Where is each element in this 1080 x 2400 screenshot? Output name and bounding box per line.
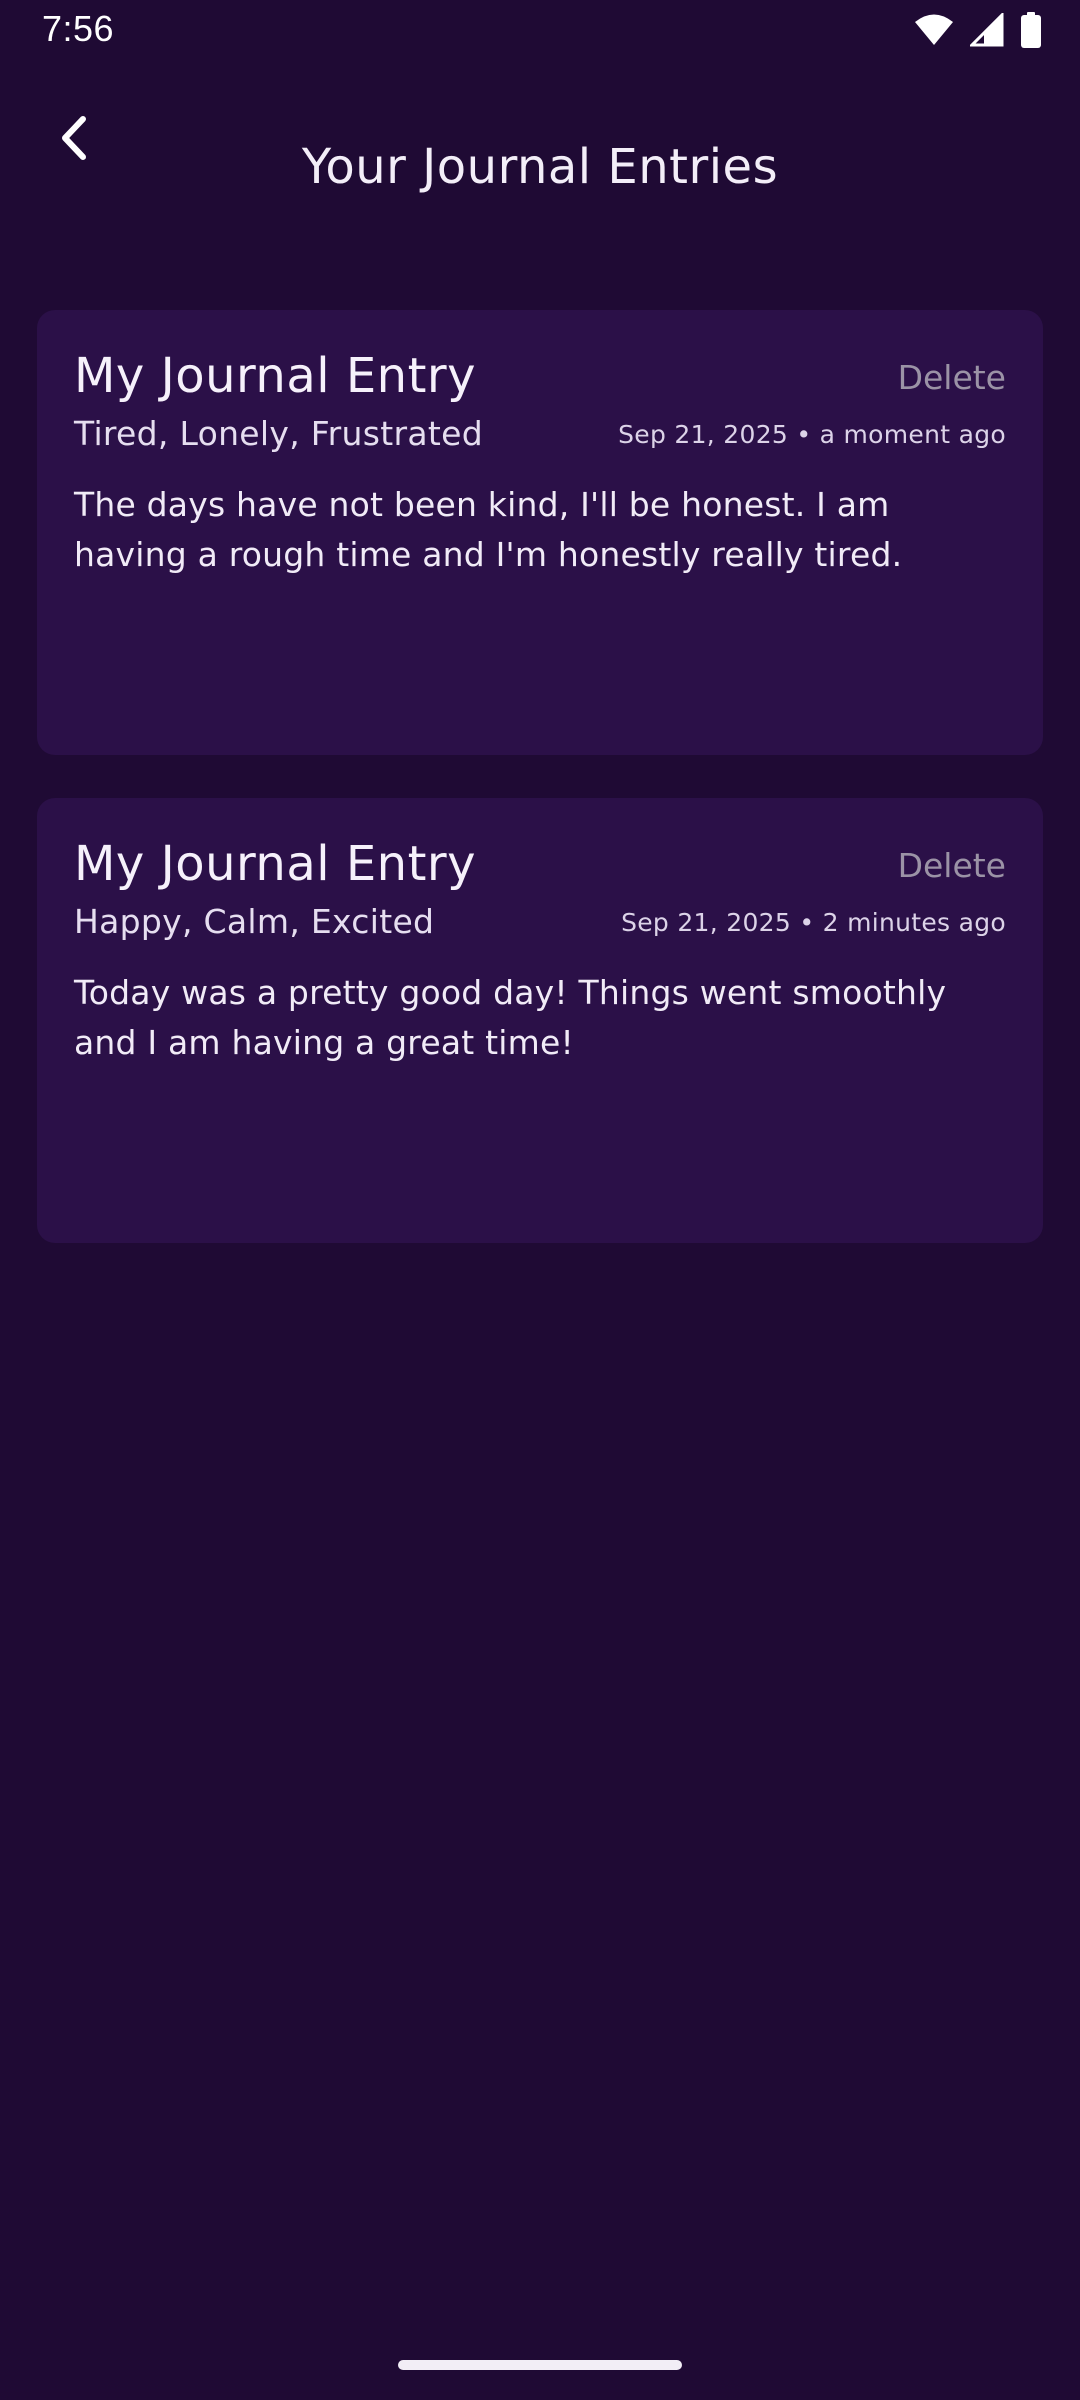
wifi-icon (914, 13, 954, 47)
battery-icon (1020, 12, 1042, 48)
journal-entry-card[interactable]: My Journal Entry Delete Tired, Lonely, F… (37, 310, 1043, 755)
cellular-signal-icon (970, 13, 1004, 47)
entry-title: My Journal Entry (74, 836, 477, 892)
entry-date-meta: Sep 21, 2025 • a moment ago (618, 420, 1006, 449)
app-header: Your Journal Entries (0, 95, 1080, 195)
journal-entry-card[interactable]: My Journal Entry Delete Happy, Calm, Exc… (37, 798, 1043, 1243)
entry-text: The days have not been kind, I'll be hon… (74, 485, 903, 574)
journal-entries-list: My Journal Entry Delete Tired, Lonely, F… (37, 310, 1043, 1286)
delete-button[interactable]: Delete (898, 358, 1006, 397)
entry-date-meta: Sep 21, 2025 • 2 minutes ago (621, 908, 1006, 937)
entry-moods: Happy, Calm, Excited (74, 902, 435, 941)
entry-moods: Tired, Lonely, Frustrated (74, 414, 483, 453)
status-time: 7:56 (42, 8, 115, 49)
status-bar: 7:56 (0, 0, 1080, 62)
status-icons (914, 12, 1042, 48)
page-title: Your Journal Entries (301, 139, 779, 196)
gesture-navigation-bar[interactable] (398, 2360, 682, 2370)
entry-text: Today was a pretty good day! Things went… (74, 973, 947, 1062)
entry-title: My Journal Entry (74, 348, 477, 404)
delete-button[interactable]: Delete (898, 846, 1006, 885)
